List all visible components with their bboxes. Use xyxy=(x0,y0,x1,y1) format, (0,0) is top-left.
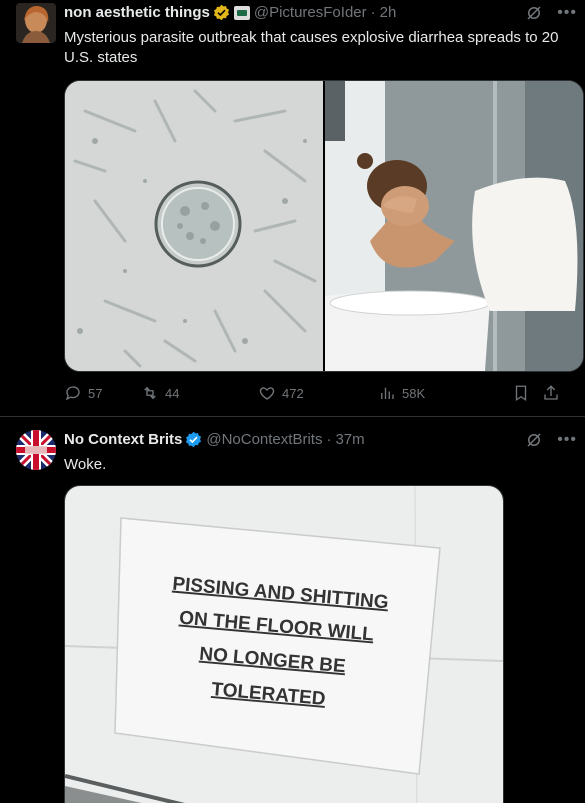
floor-sign-image: PISSING AND SHITTING ON THE FLOOR WILL N… xyxy=(65,486,503,803)
tweet-actions: 57 44 472 58K xyxy=(64,384,577,402)
timestamp[interactable]: 2h xyxy=(380,4,397,21)
verified-badge-icon xyxy=(185,431,202,448)
separator-dot: · xyxy=(326,431,332,448)
view-count: 58K xyxy=(402,385,426,401)
tweet[interactable]: non aesthetic things @PicturesFoIder · 2… xyxy=(0,0,585,417)
views-button[interactable]: 58K xyxy=(378,384,512,402)
tweet-text: Mysterious parasite outbreak that causes… xyxy=(64,29,559,66)
grok-icon[interactable] xyxy=(525,431,543,449)
handle[interactable]: @PicturesFoIder xyxy=(254,4,367,21)
reply-button[interactable]: 57 xyxy=(64,384,141,402)
like-button[interactable]: 472 xyxy=(258,384,378,402)
share-button[interactable] xyxy=(542,384,562,402)
more-icon[interactable]: ••• xyxy=(557,4,577,22)
display-name[interactable]: non aesthetic things xyxy=(64,4,210,21)
tweet[interactable]: No Context Brits @NoContextBrits · 37m •… xyxy=(0,417,585,803)
views-icon xyxy=(381,387,394,399)
verified-badge-icon xyxy=(213,4,230,21)
timestamp[interactable]: 37m xyxy=(335,431,364,448)
grok-icon[interactable] xyxy=(525,4,543,22)
repost-count: 44 xyxy=(165,385,180,401)
tweet-media[interactable] xyxy=(64,80,584,372)
bookmark-button[interactable] xyxy=(512,384,542,402)
tweet-text: Woke. xyxy=(64,456,107,473)
repost-button[interactable]: 44 xyxy=(141,384,258,402)
tweet-header: No Context Brits @NoContextBrits · 37m xyxy=(64,431,365,448)
separator-dot: · xyxy=(370,4,376,21)
like-icon xyxy=(259,387,275,400)
avatar[interactable] xyxy=(16,3,56,43)
tweet-header: non aesthetic things @PicturesFoIder · 2… xyxy=(64,4,396,21)
tweet-media[interactable]: PISSING AND SHITTING ON THE FLOOR WILL N… xyxy=(64,485,504,803)
parasite-microscope-image[interactable] xyxy=(65,81,325,371)
reply-icon xyxy=(65,386,80,401)
affiliate-badge-icon[interactable] xyxy=(233,5,250,20)
share-icon xyxy=(544,385,558,400)
reply-count: 57 xyxy=(88,385,103,401)
display-name[interactable]: No Context Brits xyxy=(64,431,182,448)
bookmark-icon xyxy=(515,385,527,402)
repost-icon xyxy=(144,386,156,400)
avatar[interactable] xyxy=(16,430,56,470)
like-count: 472 xyxy=(282,385,304,401)
more-icon[interactable]: ••• xyxy=(557,431,577,449)
sick-woman-image[interactable] xyxy=(325,81,583,371)
handle[interactable]: @NoContextBrits xyxy=(206,431,322,448)
